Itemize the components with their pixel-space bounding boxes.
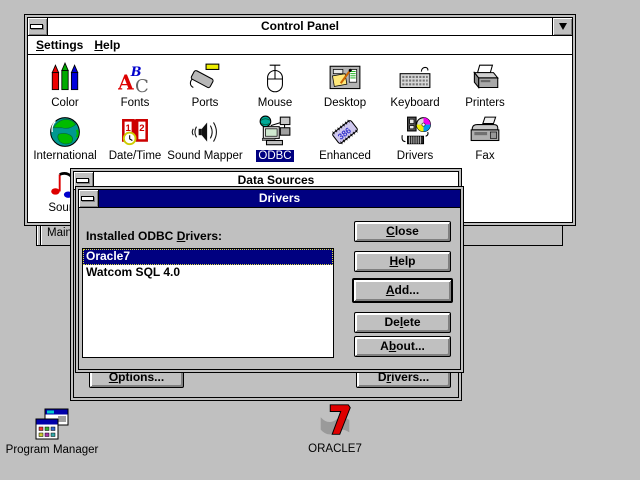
mouse-icon [258,62,292,96]
help-button[interactable]: Help [354,251,451,272]
cp-applet-label: Keyboard [390,97,439,109]
fax-icon [468,115,502,149]
odbc-icon [258,115,292,149]
cp-applet-printers[interactable]: Printers [450,62,520,109]
cp-applet-fax[interactable]: Fax [450,115,520,162]
cp-applet-ports[interactable]: Ports [170,62,240,109]
dialog-title: Drivers [99,190,460,207]
drivers-titlebar[interactable]: Drivers [79,190,460,208]
desktop-icon-label: Program Manager [6,444,99,456]
ports-icon [188,62,222,96]
enhanced-icon: 386 [328,115,362,149]
drivers-listbox[interactable]: Oracle7Watcom SQL 4.0 [82,248,334,358]
desktop-icon [328,62,362,96]
cp-applet-odbc[interactable]: ODBC [240,115,310,162]
control-menu-dash [30,24,43,29]
keyboard-icon [398,62,432,96]
control-menu-dash [81,196,94,201]
cp-applet-label: Date/Time [109,150,162,162]
cp-applet-label: Mouse [258,97,293,109]
delete-button[interactable]: Delete [354,312,451,333]
installed-drivers-label: Installed ODBC Drivers: [86,229,222,243]
cp-applet-label: Printers [465,97,505,109]
drivers-dialog: Drivers Installed ODBC Drivers: Oracle7W… [75,186,464,373]
soundmapper-icon [188,115,222,149]
close-button[interactable]: Close [354,221,451,242]
svg-text:2: 2 [139,123,144,134]
cp-applet-enhanced[interactable]: 386Enhanced [310,115,380,162]
cp-applet-label: Desktop [324,97,366,109]
cp-icon-row: Color ABCFonts Ports Mouse Desktop Keyboard Pr… [30,62,520,109]
cp-applet-label: ODBC [256,150,293,162]
cp-applet-label: Sound Mapper [167,150,242,162]
cp-applet-label: Ports [192,97,219,109]
oracle7-icon [313,401,357,441]
cp-applet-sound-mapper[interactable]: Sound Mapper [170,115,240,162]
menu-settings[interactable]: Settings [34,37,92,53]
cp-applet-desktop[interactable]: Desktop [310,62,380,109]
cp-applet-label: Enhanced [319,150,371,162]
cp-applet-mouse[interactable]: Mouse [240,62,310,109]
add-button[interactable]: Add... [352,278,453,303]
color-icon [48,62,82,96]
datetime-icon: 12 [118,115,152,149]
control-panel-titlebar[interactable]: Control Panel [28,18,572,36]
oracle7-desktop-icon[interactable]: ORACLE7 [297,401,373,455]
menu-bar: Settings Help [28,36,572,55]
cp-applet-international[interactable]: International [30,115,100,162]
cp-applet-label: Drivers [397,150,433,162]
program-manager-desktop-icon[interactable]: Program Manager [4,406,100,456]
printers-icon [468,62,502,96]
driverscp-icon [398,115,432,149]
program-manager-icon [33,406,71,442]
cp-icon-row: International12Date/TimeSound MapperODBC… [30,115,520,162]
control-menu-dash [76,178,89,183]
desktop-icon-label: ORACLE7 [308,443,362,455]
cp-applet-label: Fax [475,150,494,162]
control-menu-icon[interactable] [79,190,99,207]
fonts-icon: ABC [118,62,152,96]
driver-list-item[interactable]: Watcom SQL 4.0 [83,265,333,281]
cp-applet-keyboard[interactable]: Keyboard [380,62,450,109]
cp-applet-label: International [33,150,96,162]
cp-applet-drivers[interactable]: Drivers [380,115,450,162]
international-icon [48,115,82,149]
driver-list-item[interactable]: Oracle7 [83,249,333,265]
cp-applet-label: Fonts [121,97,150,109]
cp-applet-label: Color [51,97,78,109]
cp-applet-color[interactable]: Color [30,62,100,109]
menu-help[interactable]: Help [92,37,129,53]
control-menu-icon[interactable] [28,18,48,35]
cp-applet-fonts[interactable]: ABCFonts [100,62,170,109]
svg-text:C: C [135,76,149,96]
cp-applet-date-time[interactable]: 12Date/Time [100,115,170,162]
minimize-arrow-icon [559,23,567,30]
minimize-button[interactable] [552,18,572,35]
about-button[interactable]: About... [354,336,451,357]
window-title: Control Panel [48,18,552,35]
